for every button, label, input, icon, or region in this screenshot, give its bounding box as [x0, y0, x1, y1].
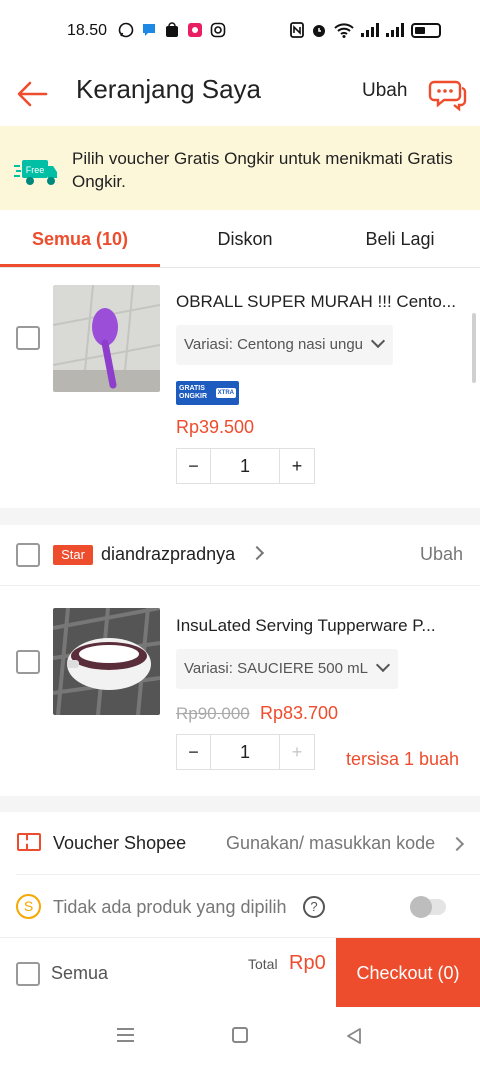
shop-name[interactable]: diandrazpradnya	[101, 544, 235, 565]
coins-row: S Tidak ada produk yang dipilih ?	[0, 875, 480, 937]
star-seller-badge: Star	[53, 545, 93, 565]
nav-back-icon[interactable]	[345, 1027, 363, 1045]
active-tab-indicator	[0, 264, 160, 267]
messenger-icon	[143, 24, 155, 36]
product-price: Rp83.700	[260, 703, 339, 723]
coins-toggle[interactable]	[410, 896, 446, 918]
signal-icon	[386, 23, 404, 37]
shop-checkbox[interactable]	[16, 543, 40, 567]
coins-label: Tidak ada produk yang dipilih	[53, 897, 287, 917]
voucher-icon	[17, 833, 41, 851]
scrollbar[interactable]	[472, 313, 476, 383]
variant-label: Variasi: SAUCIERE 500 mL	[184, 660, 368, 677]
alarm-icon	[313, 25, 325, 37]
quantity-input[interactable]: 1	[211, 735, 280, 769]
page-title: Keranjang Saya	[76, 74, 262, 104]
stock-remaining-note: tersisa 1 buah	[346, 749, 460, 769]
item-checkbox[interactable]	[16, 650, 40, 674]
variant-selector[interactable]: Variasi: Centong nasi ungu	[176, 325, 394, 365]
free-badge-text: Free	[26, 165, 45, 175]
system-nav-bar	[0, 1007, 480, 1066]
chevron-right-icon[interactable]	[249, 545, 265, 561]
home-icon[interactable]	[232, 1027, 248, 1043]
checkout-button[interactable]: Checkout (0)	[336, 938, 480, 1008]
system-icons	[290, 22, 441, 38]
product-image	[53, 608, 160, 715]
instagram-icon	[210, 22, 226, 38]
increase-button[interactable]: +	[280, 449, 314, 483]
app-icon	[188, 23, 202, 37]
chevron-right-icon	[449, 836, 465, 852]
shop-icon	[166, 22, 178, 37]
item-checkbox[interactable]	[16, 326, 40, 350]
select-all-label[interactable]: Semua	[51, 963, 108, 984]
product-image	[53, 285, 160, 392]
voucher-code-link[interactable]: Gunakan/ masukkan kode	[226, 833, 435, 854]
free-shipping-xtra-badge: GRATIS ONGKIR XTRA	[176, 381, 239, 405]
original-price: Rp90.000	[176, 704, 250, 723]
free-shipping-banner[interactable]: Free Pilih voucher Gratis Ongkir untuk m…	[0, 126, 480, 210]
voucher-label: Voucher Shopee	[53, 833, 187, 853]
decrease-button[interactable]: −	[177, 449, 211, 483]
variant-selector[interactable]: Variasi: SAUCIERE 500 mL	[176, 649, 398, 689]
status-bar: 18.50	[0, 0, 480, 62]
shop-header: Star diandrazpradnya Ubah	[0, 525, 480, 585]
tab-discount[interactable]: Diskon	[165, 210, 325, 268]
total-label: Total	[248, 956, 278, 972]
nfc-icon	[290, 22, 304, 38]
variant-label: Variasi: Centong nasi ungu	[184, 336, 364, 353]
chevron-down-icon	[370, 333, 386, 349]
back-arrow-icon[interactable]	[14, 74, 54, 114]
banner-message: Pilih voucher Gratis Ongkir untuk menikm…	[72, 149, 453, 191]
product-price: Rp39.500	[176, 417, 255, 437]
badge-extra: XTRA	[215, 388, 236, 398]
select-all-checkbox[interactable]	[16, 962, 40, 986]
signal-icon	[361, 23, 379, 37]
checkout-bar: Semua Total Rp0 Checkout (0)	[0, 937, 480, 1008]
chevron-down-icon	[375, 657, 391, 673]
tab-buy-again[interactable]: Beli Lagi	[320, 210, 480, 268]
notification-icons	[118, 22, 226, 38]
shop-edit-button[interactable]: Ubah	[420, 544, 463, 565]
quantity-stepper: − 1 +	[176, 448, 315, 484]
status-time: 18.50	[67, 22, 108, 39]
help-icon[interactable]: ?	[303, 896, 325, 918]
tab-all[interactable]: Semua (10)	[0, 210, 160, 268]
product-name[interactable]: InsuLated Serving Tupperware P...	[176, 616, 464, 636]
whatsapp-icon	[118, 22, 134, 38]
cart-tabs: Semua (10) Diskon Beli Lagi	[0, 210, 480, 268]
app-bar: Keranjang Saya Ubah	[0, 62, 480, 126]
recents-icon[interactable]	[117, 1028, 134, 1042]
voucher-row[interactable]: Voucher Shopee Gunakan/ masukkan kode	[0, 812, 480, 874]
quantity-input[interactable]: 1	[211, 449, 280, 483]
product-name[interactable]: OBRALL SUPER MURAH !!! Cento...	[176, 292, 464, 312]
battery-icon	[411, 22, 441, 38]
section-divider	[0, 508, 480, 525]
edit-button[interactable]: Ubah	[362, 80, 407, 102]
quantity-stepper: − 1 +	[176, 734, 315, 770]
section-divider	[0, 796, 480, 812]
chat-icon[interactable]	[428, 74, 468, 114]
coin-icon: S	[16, 894, 41, 919]
increase-button[interactable]: +	[280, 735, 314, 769]
cart-item: OBRALL SUPER MURAH !!! Cento... Variasi:…	[0, 268, 480, 508]
decrease-button[interactable]: −	[177, 735, 211, 769]
total-value: Rp0	[289, 952, 326, 974]
wifi-icon	[334, 23, 354, 38]
free-truck-icon: Free	[14, 160, 57, 185]
